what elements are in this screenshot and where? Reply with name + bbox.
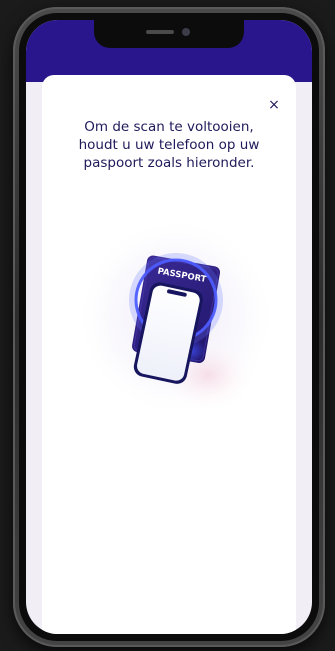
scan-instructions-modal: × Om de scan te voltooien, houdt u uw te…: [42, 75, 296, 634]
close-button[interactable]: ×: [264, 95, 284, 115]
phone-on-passport-icon: PASSPORT: [76, 217, 276, 417]
phone-on-passport-illustration: PASSPORT: [76, 205, 276, 425]
phone-frame: × Om de scan te voltooien, houdt u uw te…: [13, 7, 325, 647]
camera-icon: [182, 28, 190, 36]
scan-instruction-text: Om de scan te voltooien, houdt u uw tele…: [78, 119, 260, 171]
phone-bezel: × Om de scan te voltooien, houdt u uw te…: [19, 13, 319, 641]
status-bar: [26, 20, 312, 82]
phone-screen: × Om de scan te voltooien, houdt u uw te…: [26, 20, 312, 634]
speaker-icon: [146, 30, 174, 34]
phone-notch: [94, 20, 244, 48]
